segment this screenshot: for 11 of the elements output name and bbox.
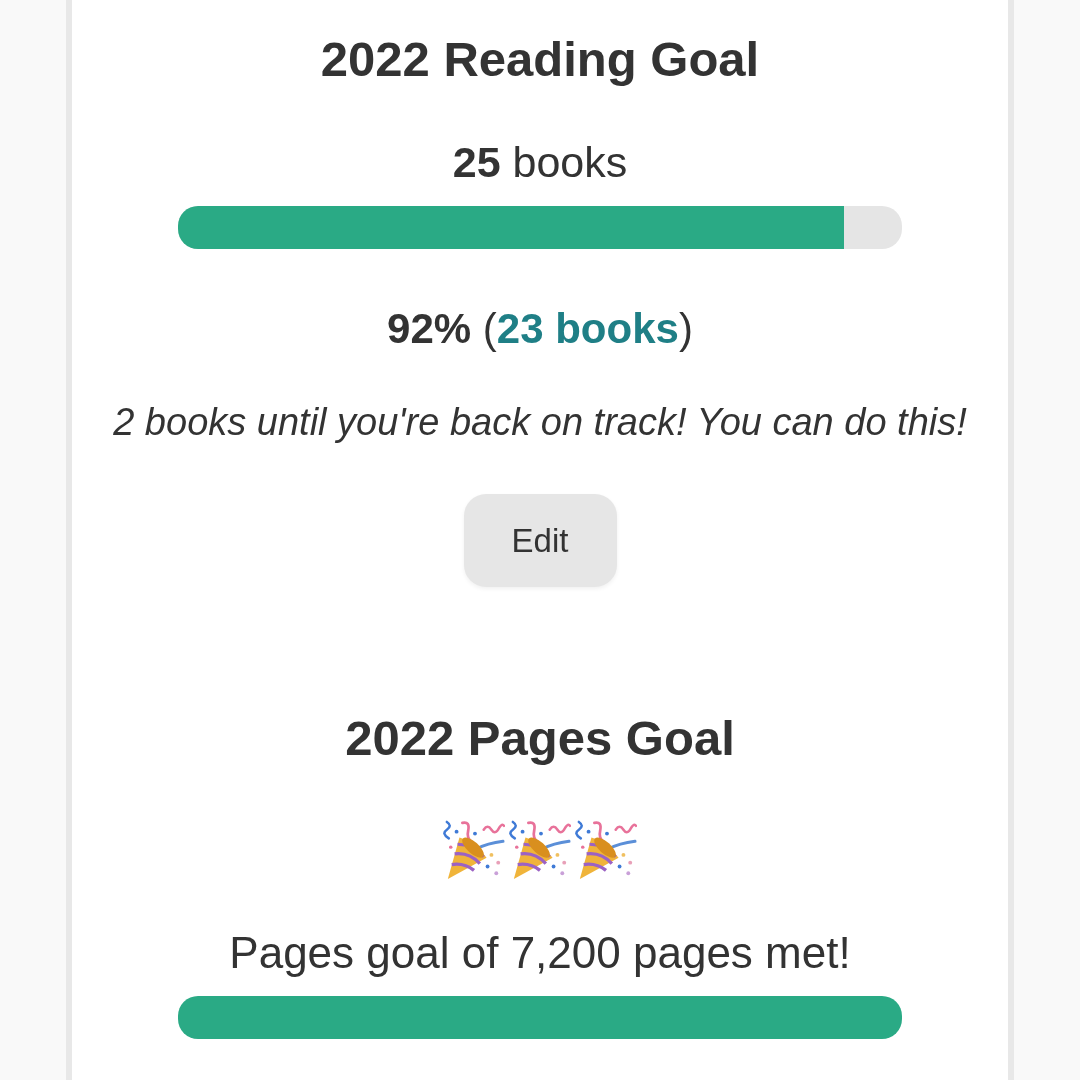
party-popper-icon	[443, 819, 505, 882]
goal-title: 2022 Pages Goal	[345, 711, 735, 766]
progress-summary: 92% (23 books)	[387, 306, 693, 352]
encouragement-text: 2 books until you're back on track! You can do this!	[113, 401, 967, 443]
goal-target-text: 25 books	[452, 139, 628, 185]
edit-button[interactable]: Edit	[463, 494, 617, 587]
goal-met-text: Pages goal of 7,200 pages met!	[229, 929, 851, 977]
party-popper-icon	[509, 819, 571, 882]
books-read-link[interactable]: 23 books	[496, 305, 679, 352]
party-popper-icon	[575, 819, 637, 882]
goal-title: 2022 Reading Goal	[320, 32, 760, 87]
